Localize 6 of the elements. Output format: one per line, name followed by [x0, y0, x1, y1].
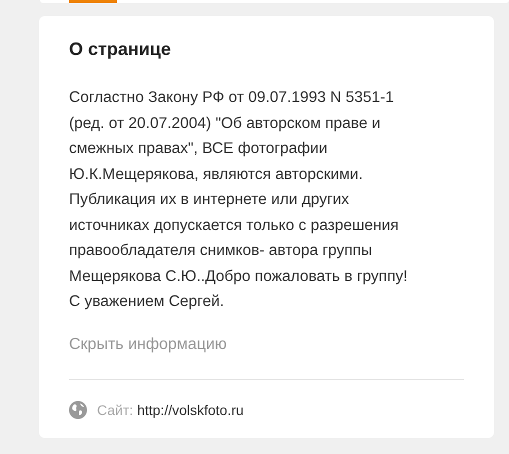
card-title: О странице [69, 38, 172, 60]
tab-underline [69, 0, 117, 3]
site-link[interactable]: http://volskfoto.ru [137, 402, 244, 418]
site-label: Сайт: [97, 402, 134, 418]
globe-icon [69, 400, 87, 418]
about-text: Согластно Закону РФ от 09.07.1993 N 5351-1 (ред. от 20.07.2004) "Об авторском праве и смежных правах", ВСЕ фотографии Ю.К.Мещерякова, являются авторскими. Публикация их в интернете или других источниках допускается только с разрешения правообладателя снимков- автора группы Мещерякова С.Ю..Добро пожаловать в группу! С уважением Сергей. [69, 88, 409, 312]
